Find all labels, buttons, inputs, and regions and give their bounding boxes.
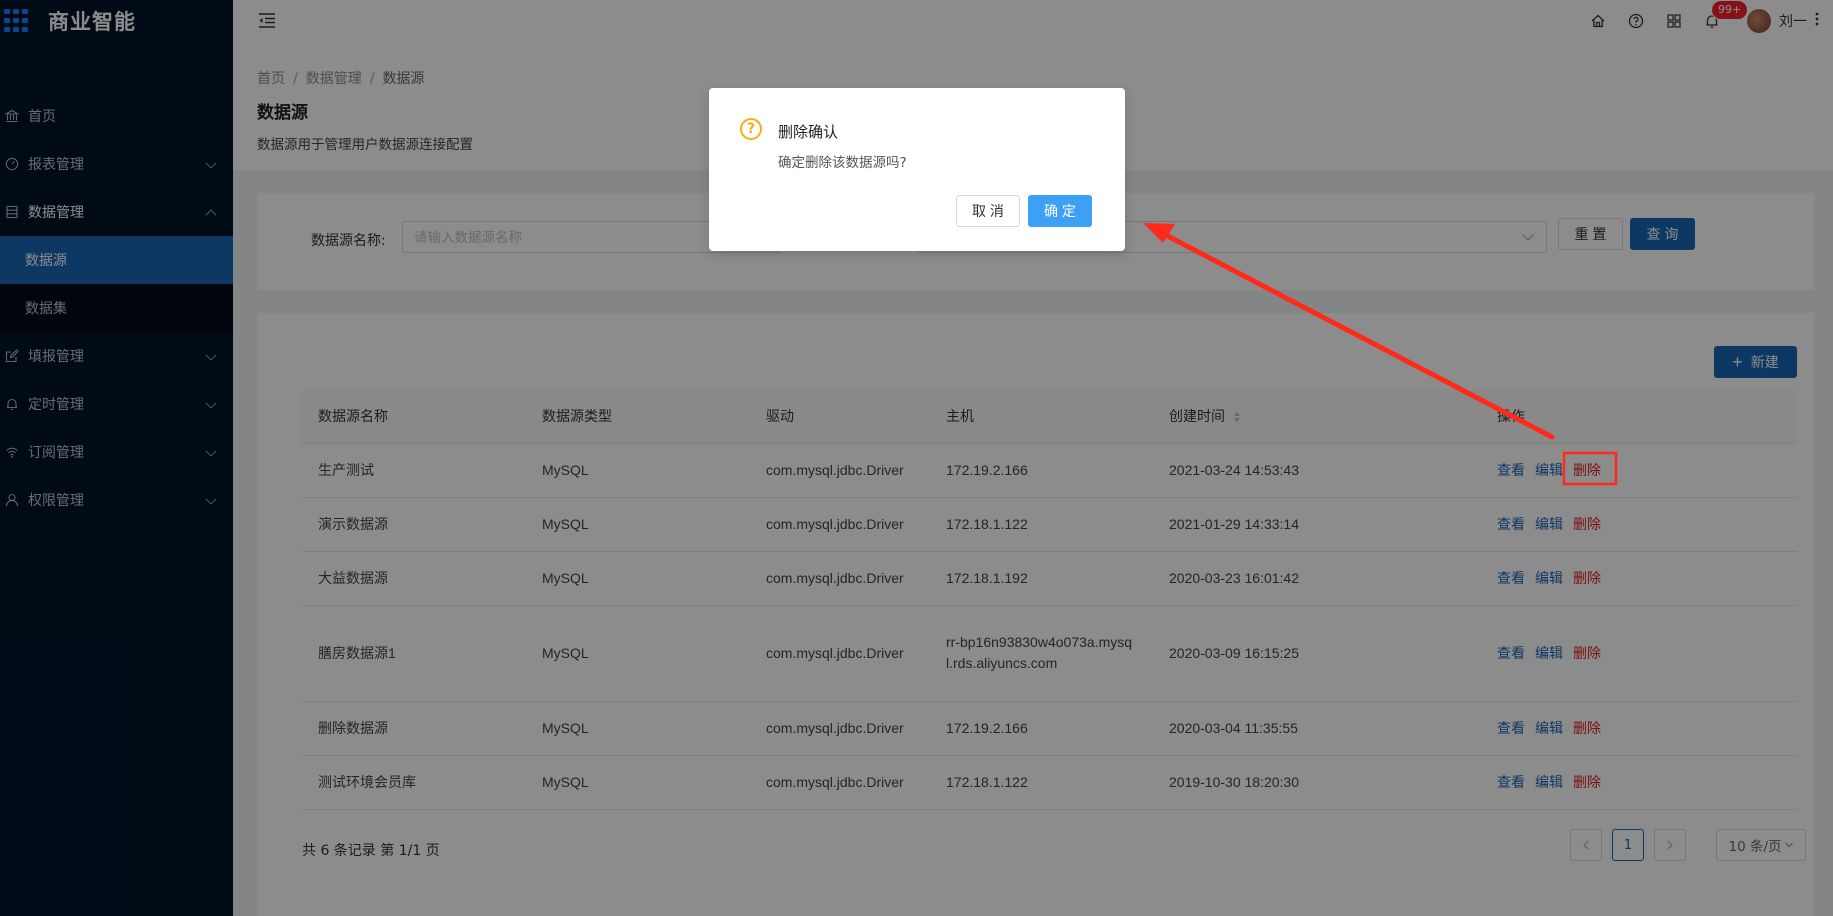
modal-title: 删除确认 (778, 123, 839, 141)
confirm-button[interactable]: 确 定 (1028, 195, 1092, 227)
modal-content: 确定删除该数据源吗? (778, 155, 907, 171)
delete-confirm-modal: ? 删除确认 确定删除该数据源吗? 取 消 确 定 (709, 88, 1125, 251)
question-circle-icon: ? (740, 118, 762, 140)
cancel-button[interactable]: 取 消 (956, 195, 1020, 227)
